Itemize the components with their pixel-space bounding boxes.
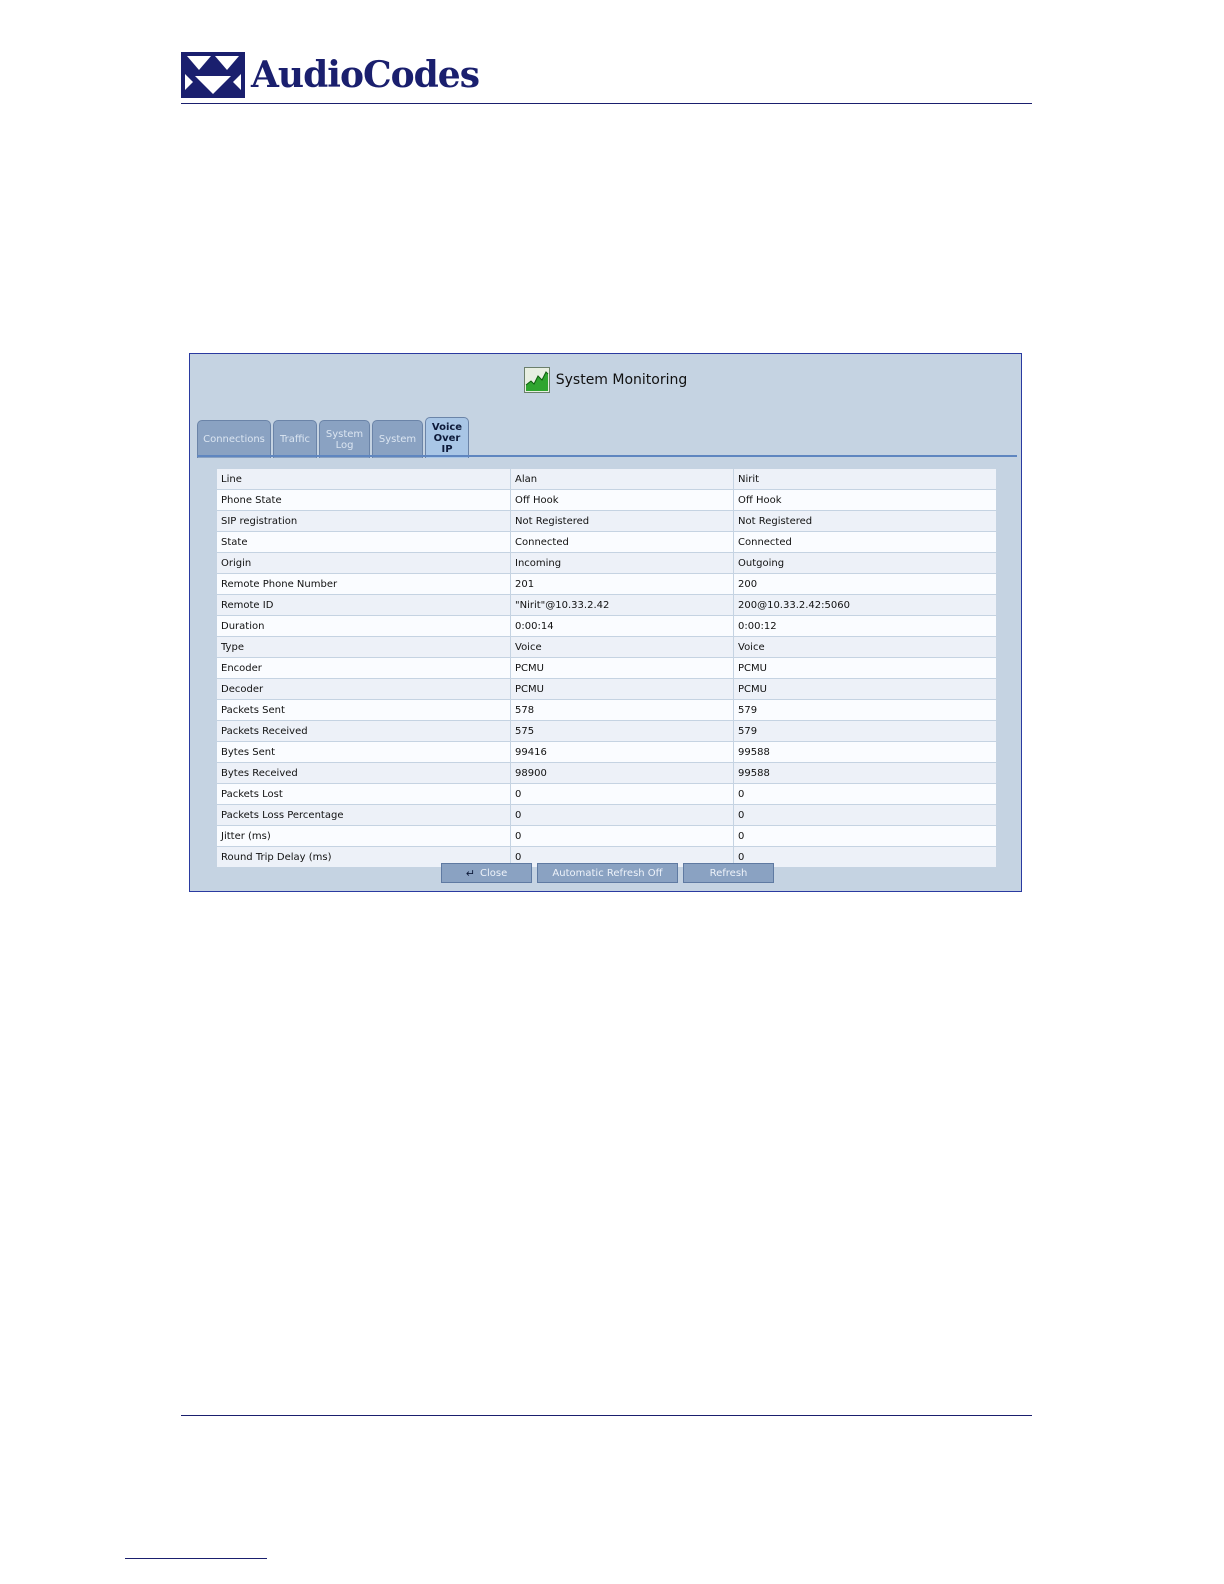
chart-monitor-icon [523, 367, 550, 393]
automatic-refresh-label: Automatic Refresh Off [552, 867, 663, 879]
refresh-button-label: Refresh [709, 867, 748, 879]
row-label: State [216, 531, 511, 553]
return-arrow-icon: ↵ [465, 866, 475, 880]
line-2-value: PCMU [733, 657, 997, 679]
tab-connections[interactable]: Connections [197, 420, 271, 458]
table-row: Remote Phone Number 201 200 [216, 573, 997, 595]
row-label: Packets Received [216, 720, 511, 742]
table-row: Encoder PCMU PCMU [216, 657, 997, 679]
tab-bar: Connections Traffic System Log System Vo… [197, 417, 471, 458]
tab-traffic[interactable]: Traffic [273, 420, 317, 458]
table-row: Packets Lost 0 0 [216, 783, 997, 805]
line-1-value: Not Registered [510, 510, 734, 532]
table-row: Packets Loss Percentage 0 0 [216, 804, 997, 826]
tab-underline [197, 455, 1017, 457]
row-label: Duration [216, 615, 511, 637]
line-1-value: Connected [510, 531, 734, 553]
table-row: State Connected Connected [216, 531, 997, 553]
table-row: Duration 0:00:14 0:00:12 [216, 615, 997, 637]
button-bar: ↵ Close Automatic Refresh Off Refresh [441, 863, 779, 883]
tab-system-log[interactable]: System Log [319, 420, 370, 458]
line-1-value: 575 [510, 720, 734, 742]
row-label: SIP registration [216, 510, 511, 532]
line-1-value: 0 [510, 804, 734, 826]
tab-voice-over-ip[interactable]: Voice Over IP [425, 417, 469, 458]
line-1-value: PCMU [510, 657, 734, 679]
table-row: SIP registration Not Registered Not Regist… [216, 510, 997, 532]
audiocodes-logo: AudioCodes [181, 50, 480, 100]
table-row: Remote ID "Nirit"@10.33.2.42 200@10.33.2.4… [216, 594, 997, 616]
line-1-value: PCMU [510, 678, 734, 700]
row-label: Bytes Received [216, 762, 511, 784]
line-1-value: 0 [510, 783, 734, 805]
table-row: Bytes Sent 99416 99588 [216, 741, 997, 763]
line-1-value: Alan [510, 468, 734, 490]
row-label: Phone State [216, 489, 511, 511]
row-label: Remote ID [216, 594, 511, 616]
refresh-button[interactable]: Refresh [683, 863, 774, 883]
row-label: Packets Sent [216, 699, 511, 721]
line-2-value: Outgoing [733, 552, 997, 574]
line-2-value: Off Hook [733, 489, 997, 511]
tab-system[interactable]: System [372, 420, 423, 458]
footer-rule [181, 1415, 1032, 1416]
row-label: Packets Lost [216, 783, 511, 805]
voip-status-table: Line Alan Nirit Phone State Off Hook Off Hook… [216, 468, 997, 868]
line-1-value: 0:00:14 [510, 615, 734, 637]
table-row: Origin Incoming Outgoing [216, 552, 997, 574]
line-2-value: 0 [733, 783, 997, 805]
line-2-value: Connected [733, 531, 997, 553]
table-row: Packets Received 575 579 [216, 720, 997, 742]
line-2-value: 99588 [733, 741, 997, 763]
line-1-value: Voice [510, 636, 734, 658]
close-button[interactable]: ↵ Close [441, 863, 532, 883]
line-2-value: Voice [733, 636, 997, 658]
close-button-label: Close [479, 867, 508, 879]
row-label: Origin [216, 552, 511, 574]
audiocodes-logo-icon [181, 52, 245, 98]
brand-name: AudioCodes [251, 54, 480, 96]
line-2-value: 0 [733, 825, 997, 847]
table-row: Bytes Received 98900 99588 [216, 762, 997, 784]
line-2-value: 0 [733, 804, 997, 826]
table-row: Packets Sent 578 579 [216, 699, 997, 721]
line-1-value: 0 [510, 825, 734, 847]
line-2-value: 579 [733, 720, 997, 742]
line-2-value: 99588 [733, 762, 997, 784]
table-row: Type Voice Voice [216, 636, 997, 658]
footnote-rule [125, 1558, 267, 1559]
line-1-value: "Nirit"@10.33.2.42 [510, 594, 734, 616]
window-title: System Monitoring [555, 372, 688, 388]
row-label: Encoder [216, 657, 511, 679]
header-rule [181, 103, 1032, 104]
automatic-refresh-button[interactable]: Automatic Refresh Off [537, 863, 678, 883]
line-1-value: 99416 [510, 741, 734, 763]
line-2-value: 200@10.33.2.42:5060 [733, 594, 997, 616]
row-label: Line [216, 468, 511, 490]
table-row: Phone State Off Hook Off Hook [216, 489, 997, 511]
row-label: Jitter (ms) [216, 825, 511, 847]
line-1-value: 201 [510, 573, 734, 595]
row-label: Packets Loss Percentage [216, 804, 511, 826]
table-row: Jitter (ms) 0 0 [216, 825, 997, 847]
window-title-bar: System Monitoring [190, 366, 1021, 394]
line-1-value: 98900 [510, 762, 734, 784]
line-1-value: Off Hook [510, 489, 734, 511]
row-label: Decoder [216, 678, 511, 700]
row-label: Bytes Sent [216, 741, 511, 763]
line-2-value: Nirit [733, 468, 997, 490]
line-1-value: 578 [510, 699, 734, 721]
line-2-value: 200 [733, 573, 997, 595]
line-2-value: 0:00:12 [733, 615, 997, 637]
line-2-value: 579 [733, 699, 997, 721]
table-row: Line Alan Nirit [216, 468, 997, 490]
table-row: Decoder PCMU PCMU [216, 678, 997, 700]
system-monitoring-window: System Monitoring Connections Traffic Sy… [189, 353, 1022, 892]
line-1-value: Incoming [510, 552, 734, 574]
row-label: Type [216, 636, 511, 658]
row-label: Remote Phone Number [216, 573, 511, 595]
line-2-value: Not Registered [733, 510, 997, 532]
line-2-value: PCMU [733, 678, 997, 700]
